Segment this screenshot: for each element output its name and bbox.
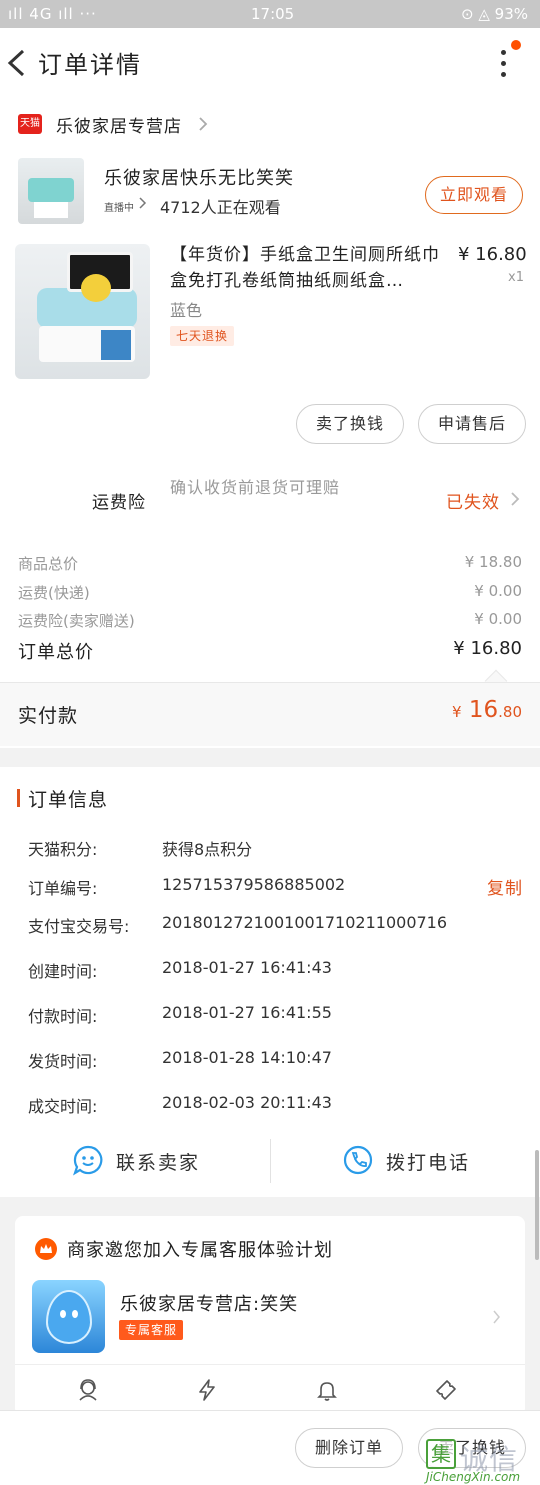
freight-insurance-status[interactable]: 已失效 [446, 488, 500, 513]
info-row: 发货时间: 2018-01-28 14:10:47 [28, 1048, 528, 1072]
return-policy-tag: 七天退换 [170, 326, 235, 346]
info-value: 125715379586885002 [162, 875, 346, 894]
watermark-url: JiChengXin.com [426, 1470, 521, 1484]
order-total-label: 订单总价 [18, 642, 94, 663]
order-total-value: ¥ 16.80 [453, 638, 522, 659]
scrollbar[interactable] [535, 1150, 539, 1260]
summary-value: ¥ 18.80 [464, 553, 522, 571]
product-price: ¥ 16.80 [458, 244, 527, 265]
service-invite-card: 商家邀您加入专属客服体验计划 乐彼家居专营店:笑笑 专属客服 [15, 1216, 525, 1416]
freight-insurance-desc: 确认收货前退货可理赔 [170, 478, 341, 497]
order-total-row: 订单总价 ¥ 16.80 [18, 638, 522, 666]
call-phone-button[interactable]: 拨打电话 [342, 1142, 492, 1182]
summary-label: 商品总价 [18, 555, 79, 573]
info-key: 支付宝交易号: [28, 917, 130, 936]
info-row: 创建时间: 2018-01-27 16:41:43 [28, 958, 528, 982]
info-row: 成交时间: 2018-02-03 20:11:43 [28, 1093, 528, 1117]
summary-label: 运费险(卖家赠送) [18, 612, 135, 630]
info-row: 支付宝交易号: 2018012721001001710211000716 [28, 913, 528, 937]
watermark-logo: 集 [426, 1439, 456, 1469]
order-card: 天猫 乐彼家居专营店 乐彼家居快乐无比笑笑 直播中 4712人正在观看 立即观看… [0, 98, 540, 748]
summary-value: ¥ 0.00 [474, 582, 522, 600]
info-key: 天猫积分: [28, 840, 98, 859]
paid-amount-row: 实付款 ¥ 16.80 [0, 682, 540, 746]
summary-label: 运费(快递) [18, 584, 90, 602]
info-row: 订单编号: 125715379586885002 [28, 875, 528, 899]
info-row: 付款时间: 2018-01-27 16:41:55 [28, 1003, 528, 1027]
info-value: 2018-02-03 20:11:43 [162, 1093, 332, 1112]
delete-order-button[interactable]: 删除订单 [295, 1428, 403, 1468]
clock: 17:05 [251, 5, 295, 23]
product-quantity: x1 [508, 270, 524, 285]
info-key: 订单编号: [28, 879, 98, 898]
viewer-count: 4712人正在观看 [160, 198, 281, 217]
summary-row-goods: 商品总价 ¥ 18.80 [18, 553, 522, 577]
tmall-badge: 天猫 [18, 114, 42, 134]
signal-indicator: ıll 4G ıll ··· [8, 5, 97, 23]
summary-value: ¥ 0.00 [474, 610, 522, 628]
chevron-right-icon[interactable] [198, 116, 208, 132]
call-phone-label: 拨打电话 [386, 1152, 471, 1174]
nav-bar: 订单详情 [0, 28, 540, 98]
info-value: 获得8点积分 [162, 840, 253, 859]
info-value: 2018-01-27 16:41:43 [162, 958, 332, 977]
status-bar: ıll 4G ıll ··· 17:05 ⊙ ◬ 93% [0, 0, 540, 28]
chevron-right-icon [139, 197, 147, 209]
avatar[interactable] [32, 1280, 105, 1353]
service-card-title: 商家邀您加入专属客服体验计划 [67, 1240, 333, 1261]
after-sale-button[interactable]: 申请售后 [418, 404, 526, 444]
more-vertical-icon[interactable] [498, 50, 510, 80]
contact-seller-button[interactable]: 联系卖家 [72, 1142, 222, 1182]
summary-row-insurance: 运费险(卖家赠送) ¥ 0.00 [18, 610, 522, 634]
live-title[interactable]: 乐彼家居快乐无比笑笑 [104, 164, 294, 190]
paid-label: 实付款 [18, 705, 79, 727]
summary-row-shipping: 运费(快递) ¥ 0.00 [18, 582, 522, 606]
lightning-icon[interactable] [195, 1378, 219, 1402]
order-info-title: 订单信息 [28, 789, 109, 811]
battery-indicator: ⊙ ◬ 93% [461, 5, 528, 23]
divider [15, 1364, 525, 1365]
info-key: 付款时间: [28, 1007, 98, 1026]
chevron-left-icon[interactable] [6, 48, 28, 78]
service-shop-name[interactable]: 乐彼家居专营店:笑笑 [120, 1290, 298, 1316]
info-key: 发货时间: [28, 1052, 98, 1071]
sell-for-cash-button[interactable]: 卖了换钱 [296, 404, 404, 444]
crown-icon [35, 1238, 57, 1260]
order-info-section: 订单信息 天猫积分: 获得8点积分 订单编号: 1257153795868850… [0, 767, 540, 1197]
info-key: 成交时间: [28, 1097, 98, 1116]
contact-seller-label: 联系卖家 [116, 1152, 201, 1174]
shop-name[interactable]: 乐彼家居专营店 [56, 112, 182, 137]
info-value: 2018-01-28 14:10:47 [162, 1048, 332, 1067]
exclusive-service-tag: 专属客服 [119, 1320, 184, 1340]
watch-live-button[interactable]: 立即观看 [425, 176, 523, 214]
chevron-right-icon[interactable] [493, 1310, 501, 1324]
info-key: 创建时间: [28, 962, 98, 981]
copy-button[interactable]: 复制 [487, 874, 523, 899]
chat-icon [73, 1145, 103, 1176]
divider [270, 1139, 271, 1183]
notification-dot [511, 40, 521, 50]
page-title: 订单详情 [38, 51, 142, 79]
freight-insurance-label: 运费险 [92, 493, 146, 513]
chevron-right-icon[interactable] [510, 491, 520, 507]
section-accent-bar [17, 789, 20, 807]
info-value: 2018012721001001710211000716 [162, 913, 448, 932]
service-agent-icon[interactable] [76, 1378, 100, 1402]
paid-amount: ¥ 16.80 [452, 697, 522, 723]
bell-icon[interactable] [315, 1378, 339, 1402]
product-sku: 蓝色 [170, 301, 203, 320]
product-image[interactable] [15, 244, 150, 379]
info-row: 天猫积分: 获得8点积分 [28, 836, 528, 860]
ticket-icon[interactable] [434, 1378, 458, 1402]
phone-icon [343, 1145, 373, 1175]
info-value: 2018-01-27 16:41:55 [162, 1003, 332, 1022]
product-title[interactable]: 【年货价】手纸盒卫生间厕所纸巾盒免打孔卷纸筒抽纸厕纸盒… [170, 242, 446, 294]
live-thumbnail[interactable] [18, 158, 84, 224]
live-tag: 直播中 [104, 203, 134, 214]
